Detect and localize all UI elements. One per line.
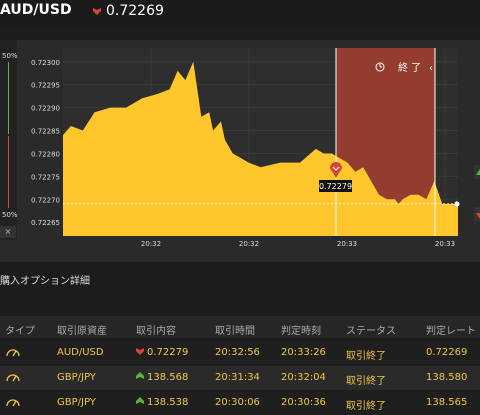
- y-tick-label: 0.72295: [31, 82, 60, 90]
- row-judge-time: 20:32:04: [281, 372, 326, 383]
- row-judge-rate: 0.72269: [426, 347, 468, 358]
- row-trade-time: 20:30:06: [215, 397, 260, 408]
- col-judge-time: 判定時刻: [281, 326, 321, 337]
- y-tick-label: 0.72265: [31, 219, 60, 227]
- y-tick-label: 0.72285: [31, 128, 60, 136]
- row-judge-rate: 138.565: [426, 397, 468, 408]
- y-tick-label: 0.72270: [31, 196, 60, 204]
- row-trade-time: 20:31:34: [215, 372, 260, 383]
- row-content: 0.72279: [147, 347, 189, 358]
- row-asset: AUD/USD: [57, 347, 104, 358]
- row-judge-rate: 138.580: [426, 372, 468, 383]
- x-tick-label: 20:33: [337, 240, 357, 248]
- x-tick-label: 20:32: [141, 240, 161, 248]
- x-tick-label: 20:33: [435, 240, 455, 248]
- table-row[interactable]: GBP/JPY 138.538 20:30:06 20:30:36 取引終了 1…: [0, 391, 480, 415]
- call-button[interactable]: [474, 165, 480, 179]
- end-label: 終 了: [398, 61, 421, 74]
- row-asset: GBP/JPY: [57, 397, 96, 408]
- entry-price-label: 0.72279: [319, 182, 352, 191]
- chevron-left-icon: ‹: [429, 63, 433, 74]
- table-row[interactable]: AUD/USD 0.72279 20:32:56 20:33:26 取引終了 0…: [0, 341, 480, 365]
- gauge-icon: [6, 374, 20, 382]
- price-chart: 0.72300 0.72295 0.72290 0.72285 0.72280 0.722…: [31, 48, 460, 248]
- y-tick-label: 0.72300: [31, 59, 60, 67]
- col-status: ステータス: [346, 326, 396, 337]
- down-arrow-icon: [136, 348, 144, 355]
- header-bar: AUD/USD 0.72269: [0, 0, 480, 28]
- gauge-icon: [6, 349, 20, 357]
- current-rate: 0.72269: [106, 3, 164, 19]
- col-trade-time: 取引時間: [215, 326, 255, 337]
- table-header: タイプ 取引原資産 取引内容 取引時間 判定時刻 ステータス 判定レート: [0, 316, 480, 338]
- table-row[interactable]: GBP/JPY 138.568 20:31:34 20:32:04 取引終了 1…: [0, 366, 480, 390]
- put-button[interactable]: [474, 207, 480, 221]
- row-status: 取引終了: [346, 376, 386, 387]
- down-arrow-icon: [476, 213, 480, 219]
- row-trade-time: 20:32:56: [215, 347, 260, 358]
- gauge-icon: [6, 399, 20, 407]
- section-title: 購入オプション詳細: [0, 276, 90, 287]
- row-judge-time: 20:30:36: [281, 397, 326, 408]
- current-price-dot: [454, 201, 460, 207]
- x-tick-label: 20:32: [239, 240, 259, 248]
- y-tick-label: 0.72290: [31, 105, 60, 113]
- col-content: 取引内容: [136, 326, 176, 337]
- row-status: 取引終了: [346, 351, 386, 362]
- col-judge-rate: 判定レート: [426, 326, 476, 337]
- col-asset: 取引原資産: [57, 326, 107, 337]
- row-content: 138.568: [147, 372, 189, 383]
- currency-pair-title: AUD/USD: [0, 2, 72, 18]
- row-content: 138.538: [147, 397, 189, 408]
- row-asset: GBP/JPY: [57, 372, 96, 383]
- up-arrow-icon: [476, 169, 480, 175]
- up-arrow-icon: [136, 372, 144, 379]
- row-status: 取引終了: [346, 401, 386, 412]
- down-arrow-icon: [93, 8, 101, 15]
- y-tick-label: 0.72280: [31, 150, 60, 158]
- row-judge-time: 20:33:26: [281, 347, 326, 358]
- y-tick-label: 0.72275: [31, 173, 60, 181]
- col-type: タイプ: [5, 326, 35, 337]
